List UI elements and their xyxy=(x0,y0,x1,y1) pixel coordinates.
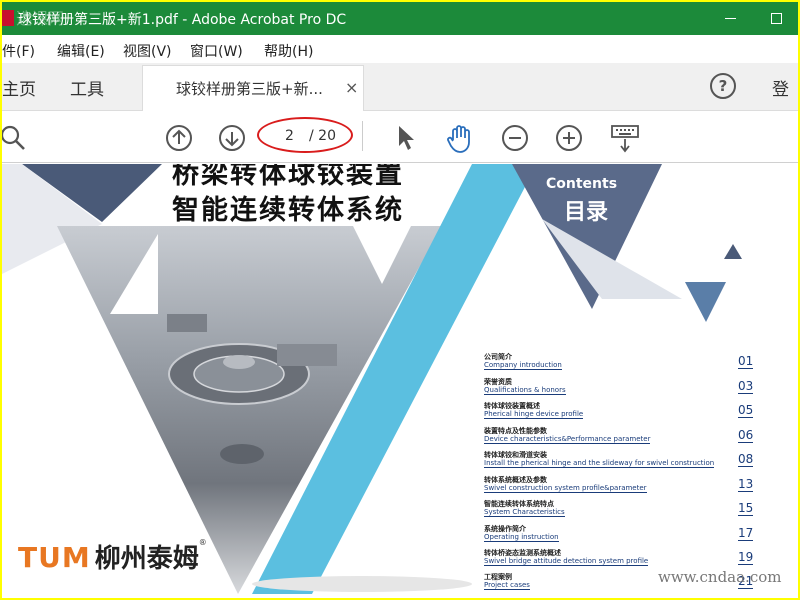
toolbar: 2 / 20 xyxy=(2,111,798,163)
menu-edit[interactable]: 编辑(E) xyxy=(57,41,105,61)
tab-home[interactable]: 主页 xyxy=(2,75,36,100)
company-logo: TUM 柳州泰姆® xyxy=(18,538,207,575)
window-title: 球铰样册第三版+新1.pdf - Adobe Acrobat Pro DC xyxy=(18,12,347,28)
site-watermark: www.cndaa.com xyxy=(658,568,782,586)
toc-item-title-en: Pherical hinge device profile xyxy=(484,410,584,419)
logo-company-name: 柳州泰姆 xyxy=(94,544,199,574)
zoom-in-icon[interactable] xyxy=(555,124,583,152)
close-tab-icon[interactable]: × xyxy=(345,78,358,97)
toc-item[interactable]: 荣誉资质 Qualifications & honors 03 xyxy=(484,377,754,401)
toc-item-title-en: Device characteristics&Performance param… xyxy=(484,435,651,444)
toc-item-title-en: Install the pherical hinge and the slide… xyxy=(484,459,715,468)
toc-item[interactable]: 智能连续转体系统特点 System Characteristics 15 xyxy=(484,499,754,523)
toc-item-title-en: Project cases xyxy=(484,581,530,590)
tab-bar: 主页 工具 球铰样册第三版+新... × ? 登 xyxy=(2,63,798,112)
acrobat-window: 选课网 球铰样册第三版+新1.pdf - Adobe Acrobat Pro D… xyxy=(2,2,798,598)
toc-item[interactable]: 公司简介 Company introduction 01 xyxy=(484,352,754,376)
zoom-out-icon[interactable] xyxy=(501,124,529,152)
page-number-box[interactable]: 2 / 20 xyxy=(257,117,353,153)
page-heading-line-2: 智能连续转体系统 xyxy=(172,195,404,226)
toc-item-title-en: Operating instruction xyxy=(484,533,559,542)
contents-heading-en: Contents xyxy=(546,176,618,192)
menu-help[interactable]: 帮助(H) xyxy=(264,41,313,61)
help-icon[interactable]: ? xyxy=(710,73,736,99)
toc-item[interactable]: 转体球铰装置概述 Pherical hinge device profile 05 xyxy=(484,401,754,425)
toc-item-title-en: Swivel bridge attitude detection system … xyxy=(484,557,649,566)
toc-item[interactable]: 转体系统概述及参数 Swivel construction system prof… xyxy=(484,475,754,499)
keyboard-tools-icon[interactable] xyxy=(610,124,640,154)
toc-item-title-en: Company introduction xyxy=(484,361,562,370)
acrobat-app-icon[interactable] xyxy=(2,10,14,26)
toc-item-title-en: Qualifications & honors xyxy=(484,386,566,395)
hand-tool-icon[interactable] xyxy=(445,124,475,154)
toc-item-page: 13 xyxy=(738,477,754,492)
toc-item-page: 19 xyxy=(738,550,754,565)
maximize-button[interactable] xyxy=(753,2,798,35)
minimize-button[interactable] xyxy=(707,2,753,35)
highlight-oval xyxy=(257,117,353,153)
logo-tum: TUM xyxy=(18,541,91,574)
maximize-icon xyxy=(770,13,782,24)
toc-item-page: 03 xyxy=(738,379,754,394)
menu-window[interactable]: 窗口(W) xyxy=(190,41,243,61)
toc-item-page: 05 xyxy=(738,403,754,418)
document-tab-label: 球铰样册第三版+新... xyxy=(176,80,323,98)
toc-item-title-en: Swivel construction system profile&param… xyxy=(484,484,647,493)
toc-item-page: 08 xyxy=(738,452,754,467)
toc-item-page: 17 xyxy=(738,526,754,541)
pdf-page: 桥梁转体球铰装置 智能连续转体系统 Contents 目录 公司简介 Compan… xyxy=(2,164,798,598)
minimize-icon xyxy=(724,18,736,19)
menu-bar: 件(F) 编辑(E) 视图(V) 窗口(W) 帮助(H) xyxy=(2,35,798,63)
toc-item-title-en: System Characteristics xyxy=(484,508,565,517)
next-page-icon[interactable] xyxy=(218,124,246,152)
menu-view[interactable]: 视图(V) xyxy=(123,41,172,61)
select-cursor-icon[interactable] xyxy=(394,124,418,152)
menu-file[interactable]: 件(F) xyxy=(2,41,35,61)
page-heading-line-1: 桥梁转体球铰装置 xyxy=(172,164,404,190)
sign-in-link[interactable]: 登 xyxy=(772,75,789,100)
previous-page-icon[interactable] xyxy=(165,124,193,152)
contents-heading-cn: 目录 xyxy=(564,200,609,225)
toc-item[interactable]: 转体球铰和滑道安装 Install the pherical hinge and … xyxy=(484,450,754,474)
toc-item[interactable]: 系统操作简介 Operating instruction 17 xyxy=(484,524,754,548)
search-icon[interactable] xyxy=(2,124,30,152)
title-bar: 选课网 球铰样册第三版+新1.pdf - Adobe Acrobat Pro D… xyxy=(2,2,798,35)
tab-document[interactable]: 球铰样册第三版+新... × xyxy=(142,65,364,112)
toc-item-page: 15 xyxy=(738,501,754,516)
toolbar-divider xyxy=(362,121,363,151)
tab-tools[interactable]: 工具 xyxy=(70,75,104,100)
toc-item-page: 01 xyxy=(738,354,754,369)
logo-registered-mark: ® xyxy=(198,538,207,547)
toc-item-page: 06 xyxy=(738,428,754,443)
toc-item[interactable]: 装置特点及性能参数 Device characteristics&Performa… xyxy=(484,426,754,450)
